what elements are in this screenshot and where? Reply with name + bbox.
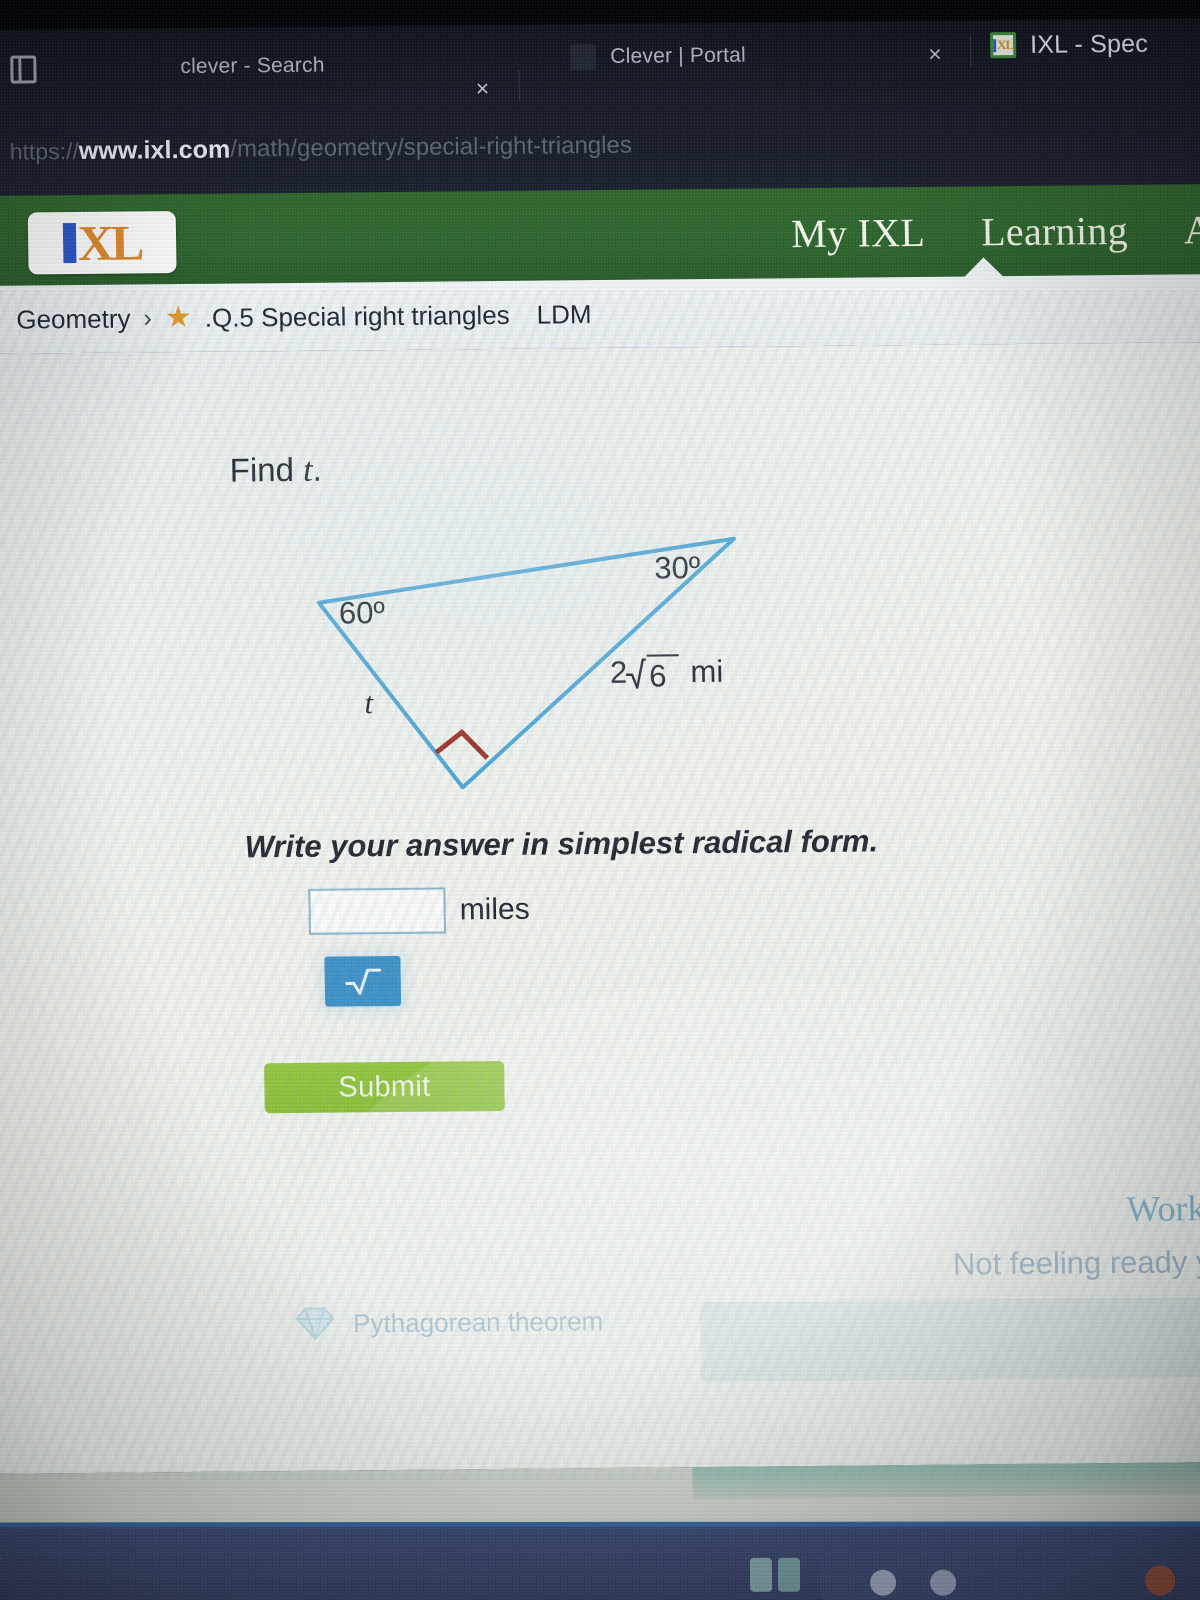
breadcrumb-subject[interactable]: Geometry bbox=[16, 303, 131, 335]
address-bar[interactable]: https:// www.ixl.com /math/geometry/spec… bbox=[0, 96, 1200, 196]
browser-tab-clever-portal[interactable]: Clever | Portal bbox=[570, 23, 747, 91]
radical-sign-icon bbox=[626, 658, 647, 689]
browser-tab-clever-search[interactable]: clever - Search bbox=[10, 31, 531, 102]
radicand: 6 bbox=[646, 654, 679, 695]
logo-blue-bar bbox=[62, 223, 77, 264]
taskbar-left-label: ar bbox=[0, 1552, 1, 1572]
ixl-logo[interactable]: XL bbox=[27, 211, 177, 275]
angle-label-30: 30º bbox=[654, 550, 701, 586]
angle-label-60: 60º bbox=[338, 595, 386, 631]
radical-group: 6 bbox=[626, 654, 679, 695]
nav-item-my-ixl[interactable]: My IXL bbox=[763, 208, 954, 257]
url-path: /math/geometry/special-right-triangles bbox=[230, 131, 633, 163]
side-label-t: t bbox=[364, 685, 374, 721]
side-unit: mi bbox=[690, 653, 724, 690]
unit-label: miles bbox=[459, 892, 530, 927]
side-panel-background bbox=[699, 1296, 1200, 1383]
answer-instruction: Write your answer in simplest radical fo… bbox=[244, 823, 879, 865]
triangle-svg bbox=[316, 536, 736, 790]
desktop-teal-band bbox=[692, 1461, 1200, 1500]
taskbar-icon-5[interactable] bbox=[1144, 1565, 1176, 1596]
browser-tab-title: clever - Search bbox=[180, 53, 325, 79]
breadcrumb: Geometry › ★ .Q.5 Special right triangle… bbox=[0, 274, 1200, 355]
answer-input[interactable] bbox=[308, 887, 447, 935]
pythagorean-theorem-label: Pythagorean theorem bbox=[352, 1305, 604, 1338]
tab-divider bbox=[970, 36, 972, 67]
radical-coefficient: 2 bbox=[609, 654, 628, 690]
browser-chrome: clever - Search × Clever | Portal × XL I… bbox=[0, 0, 1200, 197]
breadcrumb-skill-code: LDM bbox=[536, 298, 592, 330]
breadcrumb-skill: .Q.5 Special right triangles bbox=[204, 299, 510, 333]
favicon-text: XL bbox=[996, 37, 1014, 53]
nav-item-learning[interactable]: Learning bbox=[953, 206, 1157, 255]
taskbar[interactable]: ar bbox=[0, 1521, 1200, 1600]
not-feeling-ready-link[interactable]: Not feeling ready yet bbox=[953, 1244, 1200, 1283]
logo-text: XL bbox=[77, 214, 142, 272]
breadcrumb-separator-icon: › bbox=[143, 303, 153, 332]
url-scheme: https:// bbox=[9, 137, 79, 165]
right-angle-marker-icon bbox=[434, 728, 490, 760]
generic-favicon-icon bbox=[570, 44, 597, 71]
pythagorean-theorem-item[interactable]: Pythagorean theorem bbox=[295, 1303, 604, 1342]
browser-tab-title: IXL - Spec bbox=[1029, 29, 1149, 59]
square-root-icon bbox=[345, 968, 382, 995]
url-host: www.ixl.com bbox=[78, 135, 231, 165]
taskbar-icon-3[interactable] bbox=[870, 1569, 897, 1596]
taskbar-icon-4[interactable] bbox=[930, 1569, 957, 1596]
work-it-out-link[interactable]: Work it bbox=[1126, 1187, 1200, 1230]
window-tab-icon bbox=[10, 55, 37, 84]
star-icon[interactable]: ★ bbox=[165, 301, 192, 334]
radical-keypad-button[interactable] bbox=[324, 955, 402, 1007]
screen-surface: clever - Search × Clever | Portal × XL I… bbox=[0, 0, 1200, 1600]
tab-strip: clever - Search × Clever | Portal × XL I… bbox=[0, 18, 1200, 108]
screen-photo: clever - Search × Clever | Portal × XL I… bbox=[0, 0, 1200, 1600]
answer-row: miles bbox=[308, 887, 530, 935]
taskbar-icon-1[interactable] bbox=[749, 1557, 773, 1592]
nav-active-caret-icon bbox=[963, 257, 1004, 278]
nav-item-analytics[interactable]: A bbox=[1156, 206, 1200, 254]
browser-tab-title: Clever | Portal bbox=[610, 43, 747, 68]
submit-button[interactable]: Submit bbox=[264, 1060, 505, 1114]
question-area: Find t. 60º 30º t 2 6 mi Write your answ… bbox=[0, 342, 1200, 1474]
ixl-favicon-icon: XL bbox=[989, 32, 1017, 59]
ixl-site-header: XL My IXL Learning A bbox=[0, 184, 1200, 287]
side-label-2-root-6-mi: 2 6 mi bbox=[610, 654, 724, 695]
diamond-icon bbox=[295, 1307, 335, 1341]
taskbar-icon-2[interactable] bbox=[777, 1557, 801, 1592]
browser-tab-ixl-active[interactable]: XL IXL - Spec bbox=[989, 11, 1149, 79]
close-tab-icon-1[interactable]: × bbox=[476, 75, 490, 101]
triangle-figure: 60º 30º t 2 6 mi bbox=[0, 342, 1200, 814]
taskbar-top-edge bbox=[0, 1521, 1200, 1528]
close-tab-icon-2[interactable]: × bbox=[928, 41, 942, 67]
